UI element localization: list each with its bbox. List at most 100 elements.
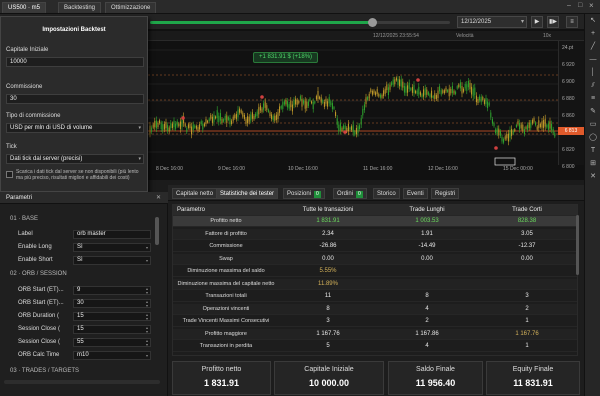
candle-body (389, 84, 391, 90)
param-orb-duration-input[interactable]: 15 ▴ ▾ (73, 312, 151, 321)
candle-body (383, 90, 385, 96)
table-scrollbar[interactable] (576, 215, 579, 275)
candle-body (466, 84, 468, 91)
profit-overlay-badge: +1 831.91 $ (+18%) (253, 52, 319, 63)
param-enable-short-select[interactable]: Sì ▾ (73, 256, 151, 265)
tab-equity[interactable]: Capitale netto (172, 188, 218, 199)
candle-body (491, 119, 493, 124)
param-label-input[interactable]: orb master (73, 230, 151, 239)
param-session-close-m-label: Session Close ( (18, 339, 61, 345)
tab-history[interactable]: Storico (373, 188, 400, 199)
param-orb-start-m-input[interactable]: 30 ▴ ▾ (73, 299, 151, 308)
time-tick-label: 9 Dec 16:00 (218, 166, 245, 172)
candle-body (367, 97, 369, 100)
candle-body (434, 93, 436, 99)
param-session-close-m-input[interactable]: 55 ▴ ▾ (73, 338, 151, 347)
minimize-icon[interactable]: – (567, 2, 571, 9)
parameters-hscrollbar[interactable] (4, 380, 160, 384)
play-button[interactable]: ▶ (531, 16, 543, 28)
candle-body (283, 101, 285, 105)
tab-statistics[interactable]: Statistiche dei tester (216, 188, 279, 199)
vertical-line-icon[interactable]: │ (588, 68, 598, 78)
tab-orders[interactable]: Ordini 0 (333, 188, 367, 199)
price-tick-label: 6 880 (562, 96, 575, 102)
candle-body (165, 121, 167, 129)
capital-input[interactable]: 10000 (6, 57, 144, 67)
parameters-scrollbar[interactable] (155, 217, 159, 245)
row-short: 1 167.76 (515, 330, 539, 337)
candle-body (456, 86, 458, 89)
close-icon[interactable]: × (589, 1, 594, 10)
candle-body (271, 114, 273, 120)
tab-symbol[interactable]: US500 · m5 (2, 2, 47, 13)
price-tick-label: 6 900 (562, 79, 575, 85)
candle-body (421, 94, 423, 98)
pencil-icon[interactable]: ✎ (588, 107, 598, 117)
settings-button[interactable]: ≡ (566, 16, 578, 28)
candle-body (184, 123, 186, 127)
candle-body (168, 127, 170, 132)
candle-body (384, 88, 386, 94)
fibonacci-icon[interactable]: ≡ (588, 94, 598, 104)
candle-body (440, 90, 442, 95)
candle-body (461, 85, 463, 94)
maximize-icon[interactable]: □ (578, 2, 582, 9)
candle-body (275, 114, 277, 120)
param-enable-long-select[interactable]: Sì ▾ (73, 243, 151, 252)
step-button[interactable]: ▮▶ (547, 16, 559, 28)
candle-body (405, 86, 407, 93)
row-short: 3 (525, 293, 529, 299)
text-icon[interactable]: T (588, 146, 598, 156)
candle-body (211, 116, 213, 123)
row-short: -12.37 (518, 243, 536, 249)
download-ticks-checkbox[interactable] (6, 171, 13, 178)
channel-icon[interactable]: ⫽ (588, 81, 598, 91)
row-long: 8 (425, 293, 429, 299)
playback-slider-knob[interactable] (368, 18, 377, 27)
tick-source-select[interactable]: Dati tick dal server (precisi) ▾ (6, 154, 144, 164)
candle-body (376, 89, 378, 95)
candle-body (531, 120, 533, 124)
row-all: 8 (326, 305, 330, 312)
candle-body (539, 124, 541, 128)
col-long: Trade Lunghi (409, 207, 445, 213)
row-long: 2 (425, 318, 429, 324)
tab-events[interactable]: Eventi (403, 188, 428, 199)
candle-body (304, 101, 306, 109)
candle-body (445, 87, 447, 92)
card-final-equity-title: Equity Finale (512, 366, 554, 373)
rectangle-icon[interactable]: ▭ (588, 120, 598, 130)
candle-body (477, 98, 479, 103)
candle-body (259, 105, 261, 111)
candle-body (338, 124, 340, 132)
commission-input[interactable]: 30 (6, 94, 144, 104)
param-session-close-h-input[interactable]: 15 ▴ ▾ (73, 325, 151, 334)
param-orb-calc-time-select[interactable]: m10 ▾ (73, 351, 151, 360)
row-long: 4 (425, 305, 429, 312)
candle-body (352, 124, 354, 133)
chart-zoom[interactable]: 10x (543, 33, 551, 39)
ellipse-icon[interactable]: ◯ (588, 133, 598, 143)
orders-count-badge: 0 (356, 191, 363, 198)
crosshair-icon[interactable]: + (588, 29, 598, 39)
candle-body (339, 123, 341, 131)
tab-logs[interactable]: Registri (431, 188, 460, 199)
table-row: Commissione -26.86 -14.49 -12.37 (173, 241, 577, 252)
candle-body (242, 112, 244, 117)
ruler-icon[interactable]: ⊞ (588, 159, 598, 169)
close-icon[interactable]: ✕ (156, 194, 161, 201)
end-date-field[interactable]: 12/12/2025 ▾ (457, 16, 527, 28)
tab-positions[interactable]: Posizioni 0 (283, 188, 325, 199)
cursor-icon[interactable]: ↖ (588, 16, 598, 26)
horizontal-line-icon[interactable]: — (588, 55, 598, 65)
candle-body (503, 139, 505, 143)
commission-type-select[interactable]: USD per mln di USD di volume ▾ (6, 123, 144, 133)
tab-backtesting[interactable]: Backtesting (58, 2, 102, 13)
delete-icon[interactable]: ✕ (588, 172, 598, 182)
param-orb-start-h-input[interactable]: 9 ▴ ▾ (73, 286, 151, 295)
candle-body (250, 114, 252, 121)
trendline-icon[interactable]: ╱ (588, 42, 598, 52)
tab-optimization[interactable]: Ottimizzazione (105, 2, 157, 13)
candle-body (379, 94, 381, 98)
parameters-title: Parametri (6, 195, 33, 201)
